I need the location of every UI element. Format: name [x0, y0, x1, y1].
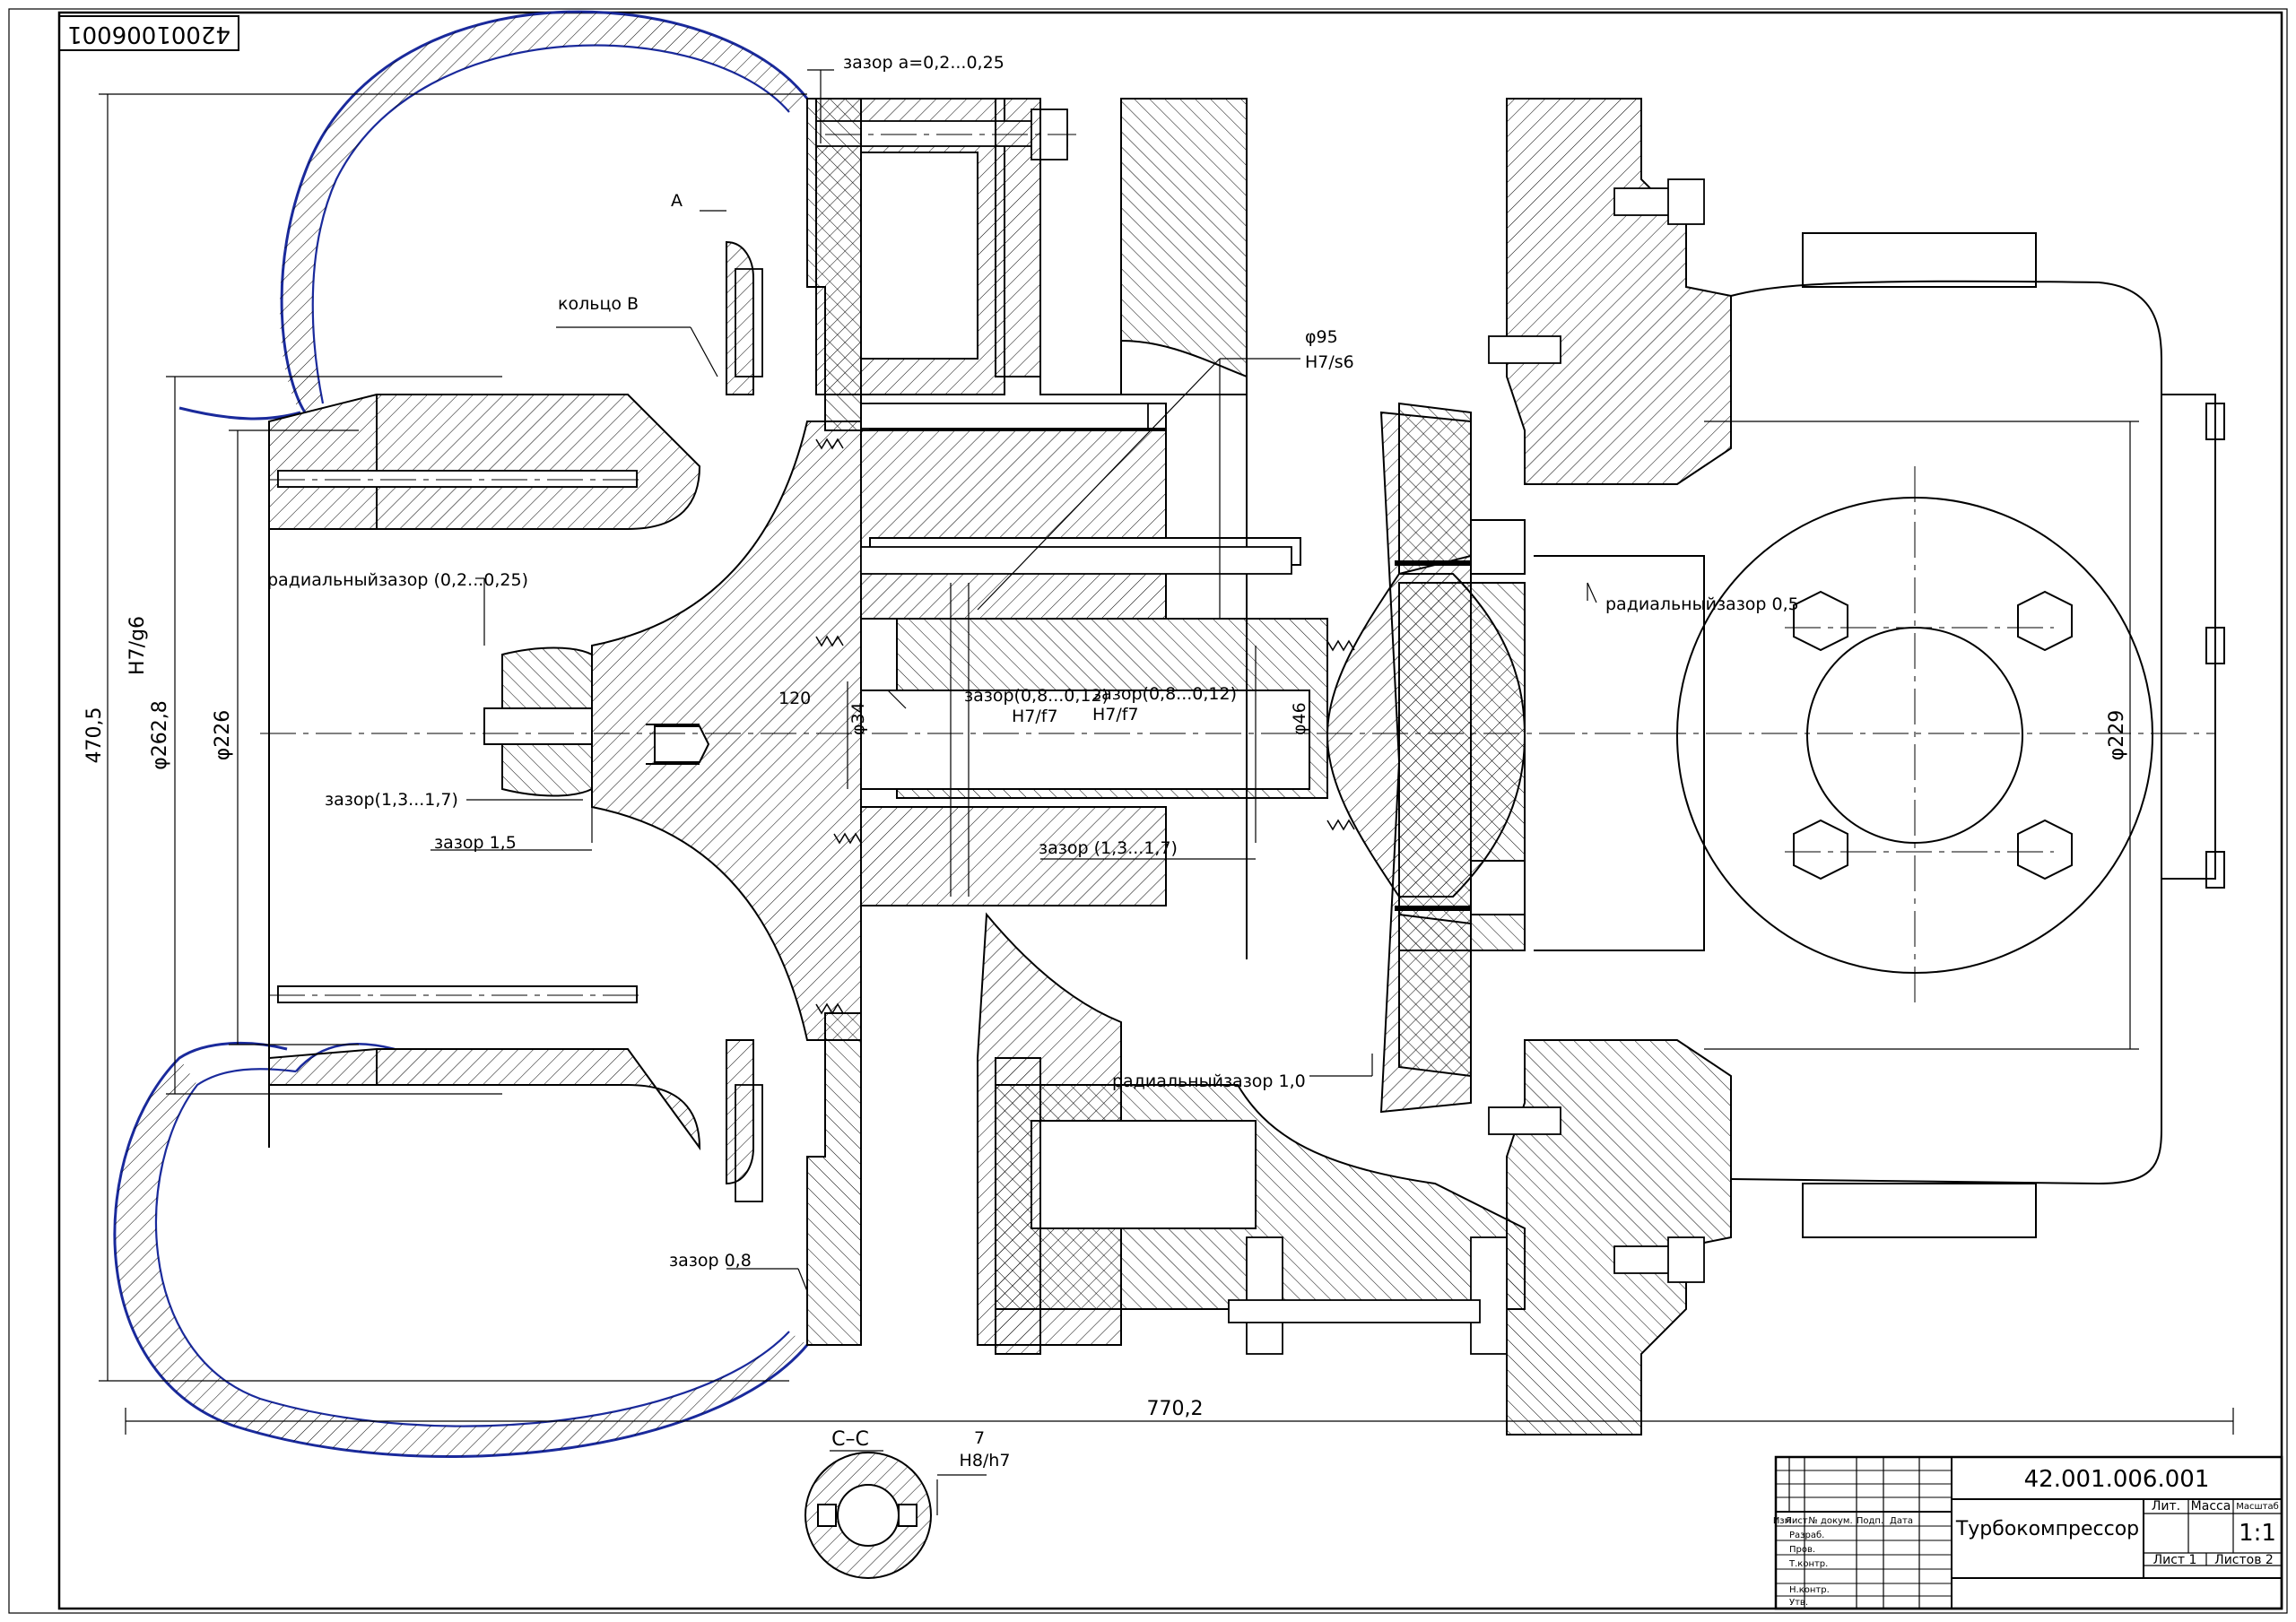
tb-col-mass: Масса	[2191, 1499, 2231, 1514]
label-fit-h7f7-a: H7/f7	[1012, 707, 1058, 726]
label-phi34: φ34	[848, 702, 868, 735]
label-gap-a: зазор а=0,2...0,25	[843, 53, 1004, 73]
label-gap-08-012-b: зазор(0,8...0,12)	[1092, 684, 1237, 704]
title-block-text: 42.001.006.001 Турбокомпрессор Лит. Масс…	[1773, 1466, 2279, 1608]
label-fit-h7f7-b: H7/f7	[1092, 705, 1139, 724]
tb-col-scale: Масштаб	[2236, 1502, 2279, 1512]
rotated-stamp: 42001006001	[58, 15, 239, 51]
label-fit-h7s6: H7/s6	[1305, 352, 1354, 372]
tb-role-razrab: Разраб.	[1789, 1531, 1824, 1540]
dim-fit-h7g6: H7/g6	[126, 616, 149, 675]
dim-7702: 770,2	[1147, 1398, 1204, 1420]
label-angle-120: 120	[778, 689, 811, 708]
label-phi95: φ95	[1305, 327, 1338, 347]
dim-229: φ229	[2106, 710, 2128, 761]
tb-hdr-date: Дата	[1890, 1516, 1913, 1526]
section-key-width: 7	[974, 1428, 985, 1448]
label-gap-08-012-a: зазор(0,8...0,12)	[964, 686, 1109, 706]
label-gap-13-17-mid: зазор (1,3...1,7)	[1039, 838, 1178, 858]
tb-col-lit: Лит.	[2152, 1499, 2180, 1514]
tb-role-tkontr: Т.контр.	[1788, 1559, 1828, 1569]
tb-role-nkontr: Н.контр.	[1789, 1585, 1830, 1595]
turbine-outlet-flange	[1676, 232, 2225, 1238]
label-ring-b: кольцо В	[558, 294, 639, 314]
label-radial-gap-top-left: радиальныйзазор (0,2...0,25)	[267, 570, 528, 590]
tb-role-prov: Пров.	[1789, 1545, 1815, 1555]
section-cc-detail: С–С 7 H8/h7	[804, 1428, 1011, 1579]
label-radial-gap-10: радиальныйзазор 1,0	[1112, 1071, 1306, 1091]
tb-role-utv: Утв.	[1789, 1598, 1808, 1608]
tb-sheets: Листов 2	[2214, 1553, 2274, 1567]
turbine-wheel	[1326, 402, 1526, 1078]
dim-2628: φ262,8	[149, 700, 171, 770]
tb-hdr-sign: Подп.	[1857, 1516, 1883, 1526]
label-section-a: А	[671, 191, 683, 211]
tb-hdr-list: Лист	[1785, 1516, 1808, 1526]
tb-sheet: Лист 1	[2153, 1553, 2197, 1567]
label-gap-13-17-left: зазор(1,3...1,7)	[325, 790, 458, 810]
tb-doc-number: 42.001.006.001	[2024, 1466, 2210, 1493]
label-gap-08: зазор 0,8	[669, 1251, 752, 1271]
flange-bolt-heads	[1793, 590, 2073, 880]
section-fit-h8h7: H8/h7	[960, 1451, 1011, 1470]
label-phi46: φ46	[1290, 702, 1309, 735]
tb-scale-value: 1:1	[2239, 1520, 2276, 1547]
label-gap-15: зазор 1,5	[434, 833, 517, 853]
tb-hdr-doc: № докум.	[1808, 1516, 1852, 1526]
stamp-code: 42001006001	[67, 21, 230, 48]
label-radial-gap-right: радиальныйзазор 0,5	[1605, 594, 1799, 614]
tb-name: Турбокомпрессор	[1955, 1518, 2139, 1540]
dim-4705: 470,5	[83, 707, 106, 764]
section-cc-title: С–С	[831, 1428, 869, 1451]
dim-226: φ226	[212, 710, 234, 761]
technical-drawing: 42001006001 зазор а=0,2...0,25 А кольцо …	[8, 8, 2288, 1614]
